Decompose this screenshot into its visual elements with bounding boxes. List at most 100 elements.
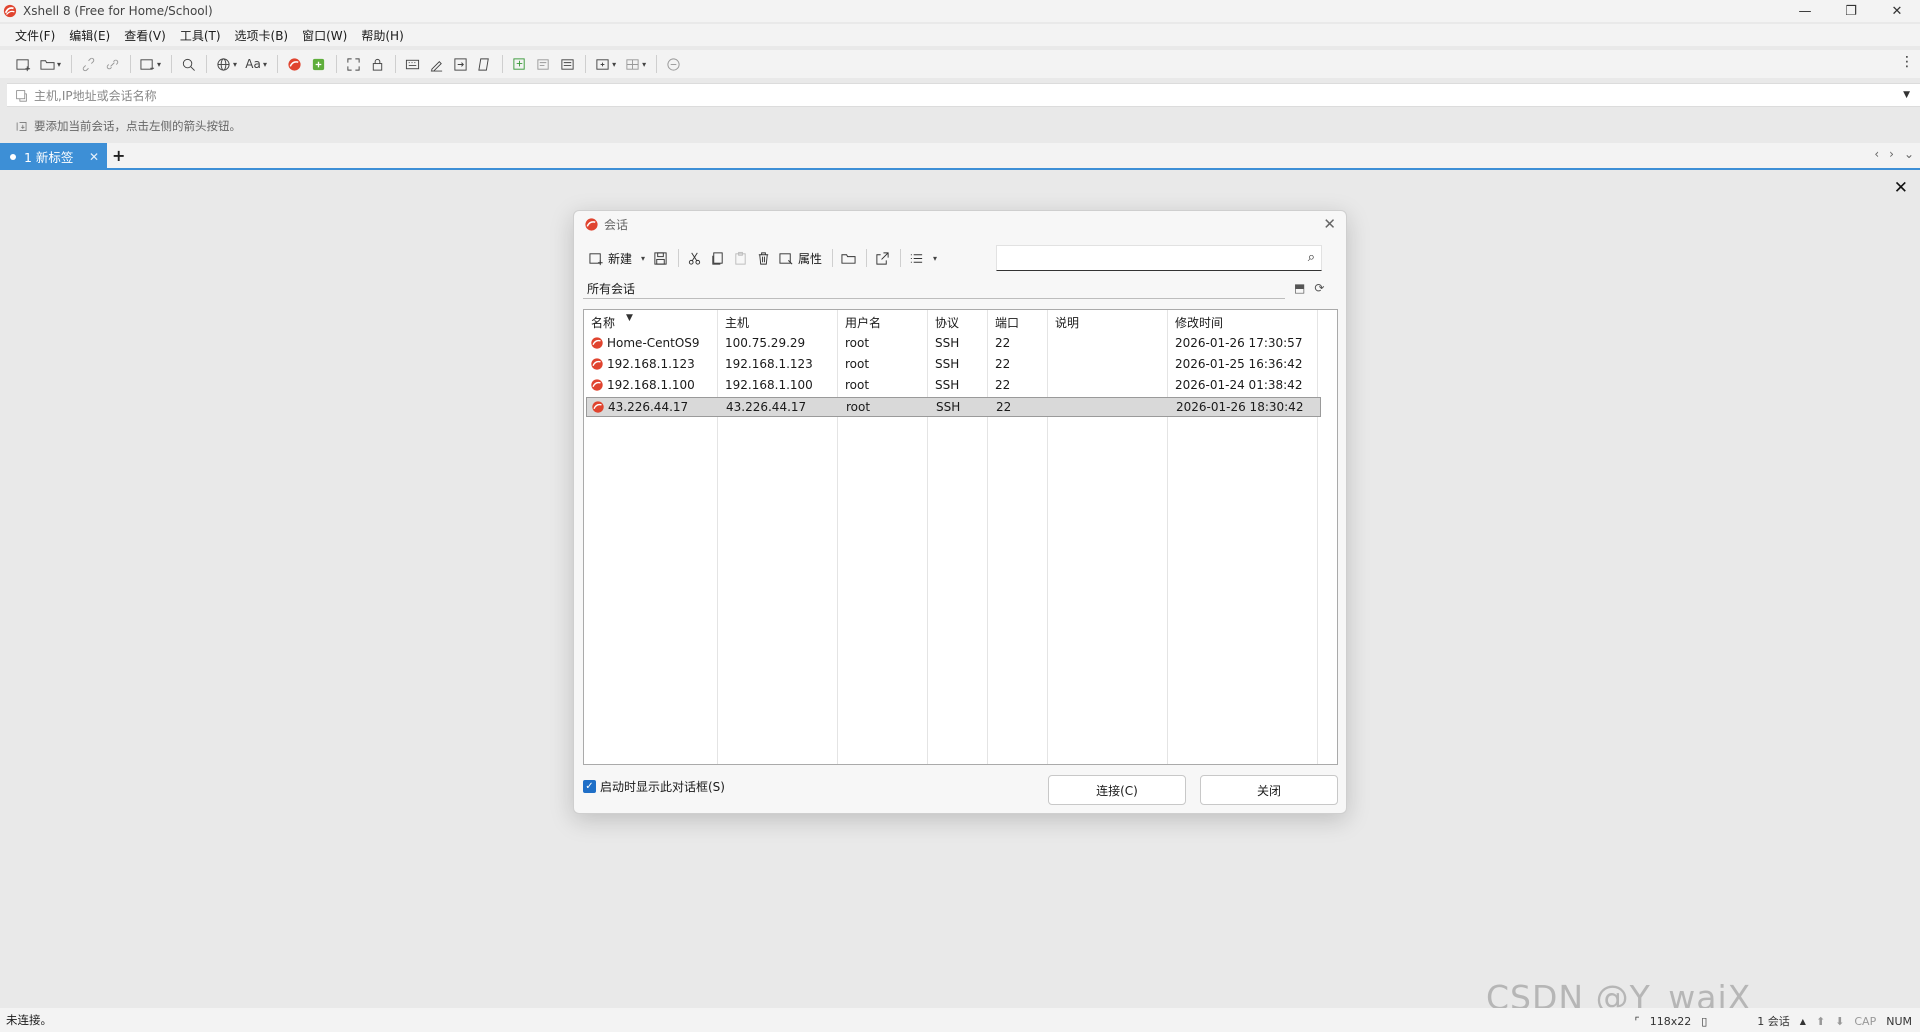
toolbar-separator: [336, 55, 338, 73]
column-header-protocol[interactable]: 协议: [935, 314, 959, 331]
xshell-logo-icon: [585, 218, 598, 231]
column-header-port[interactable]: 端口: [995, 314, 1019, 331]
connection-status: 未连接。: [6, 1013, 52, 1027]
cell-host: 192.168.1.100: [725, 378, 813, 392]
menu-tools[interactable]: 工具(T): [180, 27, 221, 44]
menu-window[interactable]: 窗口(W): [302, 27, 347, 44]
column-header-name[interactable]: 名称: [591, 314, 615, 331]
chevron-down-icon[interactable]: ▾: [642, 60, 646, 69]
cell-name: 43.226.44.17: [608, 400, 689, 414]
tab-new[interactable]: 1 新标签 ✕: [0, 143, 107, 170]
column-header-description[interactable]: 说明: [1055, 314, 1079, 331]
chevron-down-icon[interactable]: ▾: [57, 60, 61, 69]
session-search-input[interactable]: ⌕: [996, 245, 1322, 271]
checkbox-checked-icon[interactable]: ✓: [583, 780, 596, 793]
font-icon[interactable]: Aa: [242, 53, 264, 75]
download-arrow-icon[interactable]: ⬇: [1835, 1015, 1844, 1028]
refresh-icon[interactable]: ⟳: [1314, 281, 1324, 295]
menu-view[interactable]: 查看(V): [124, 27, 166, 44]
new-session-icon[interactable]: [12, 53, 34, 75]
cut-icon[interactable]: [684, 247, 705, 269]
add-session-icon[interactable]: [508, 53, 530, 75]
dialog-close-icon[interactable]: ✕: [1323, 215, 1336, 233]
session-list[interactable]: 名称 ▼ 主机 用户名 协议 端口 说明 修改时间 Home-CentOS9 1…: [583, 309, 1338, 765]
chevron-down-icon[interactable]: ▾: [933, 254, 937, 263]
close-button[interactable]: 关闭: [1200, 775, 1338, 805]
log-icon[interactable]: [473, 53, 495, 75]
tab-list-icon[interactable]: ⌄: [1904, 147, 1914, 161]
chevron-down-icon[interactable]: ▾: [233, 60, 237, 69]
add-tab-button[interactable]: +: [112, 146, 125, 165]
column-header-user[interactable]: 用户名: [845, 314, 881, 331]
session-count[interactable]: 1 会话: [1757, 1013, 1790, 1029]
transfer-icon[interactable]: [449, 53, 471, 75]
globe-icon[interactable]: [212, 53, 234, 75]
cell-host: 43.226.44.17: [726, 400, 807, 414]
menu-file[interactable]: 文件(F): [15, 27, 55, 44]
script-icon[interactable]: [425, 53, 447, 75]
sort-down-icon[interactable]: ▼: [626, 313, 633, 323]
properties-button[interactable]: 属性: [776, 247, 825, 269]
delete-icon[interactable]: [753, 247, 774, 269]
xftp-icon[interactable]: [307, 53, 329, 75]
table-row-selected[interactable]: 43.226.44.17 43.226.44.17 root SSH 22 20…: [586, 397, 1321, 417]
column-header-host[interactable]: 主机: [725, 314, 749, 331]
cell-name: 192.168.1.123: [607, 357, 695, 371]
disconnect-link-icon[interactable]: [101, 53, 123, 75]
table-row[interactable]: 192.168.1.100 192.168.1.100 root SSH 22 …: [586, 376, 1321, 396]
new-window-icon[interactable]: [136, 53, 158, 75]
tab-prev-icon[interactable]: ‹: [1874, 147, 1879, 161]
chat-icon[interactable]: [662, 53, 684, 75]
toolbar-separator: [832, 249, 834, 267]
table-row[interactable]: 192.168.1.123 192.168.1.123 root SSH 22 …: [586, 355, 1321, 375]
minimize-button[interactable]: —: [1782, 0, 1828, 22]
session-icon: [592, 401, 604, 413]
view-list-icon[interactable]: [906, 247, 927, 269]
compose-bar-icon[interactable]: [556, 53, 578, 75]
table-row[interactable]: Home-CentOS9 100.75.29.29 root SSH 22 20…: [586, 334, 1321, 354]
new-session-button[interactable]: 新建: [586, 247, 635, 269]
chevron-down-icon[interactable]: ▾: [263, 60, 267, 69]
address-bar[interactable]: 主机,IP地址或会话名称 ▼: [7, 83, 1920, 107]
connect-link-icon[interactable]: [77, 53, 99, 75]
chevron-down-icon[interactable]: ▾: [612, 60, 616, 69]
open-folder-icon[interactable]: [838, 247, 859, 269]
menu-edit[interactable]: 编辑(E): [69, 27, 110, 44]
add-session-arrow-icon[interactable]: [15, 120, 29, 133]
open-folder-icon[interactable]: [36, 53, 58, 75]
restore-button[interactable]: ❐: [1828, 0, 1874, 22]
close-window-button[interactable]: ✕: [1874, 0, 1920, 22]
close-icon[interactable]: ✕: [1894, 178, 1908, 198]
tab-close-icon[interactable]: ✕: [89, 150, 99, 164]
chevron-down-icon[interactable]: ▾: [641, 254, 645, 263]
copy-icon[interactable]: [707, 247, 728, 269]
folder-path[interactable]: 所有会话: [583, 279, 1285, 299]
keyboard-icon[interactable]: [401, 53, 423, 75]
chevron-down-icon[interactable]: ▾: [157, 60, 161, 69]
chevron-down-icon[interactable]: ▼: [1903, 90, 1910, 100]
xshell-icon[interactable]: [283, 53, 305, 75]
tab-add-icon[interactable]: [591, 53, 613, 75]
tab-next-icon[interactable]: ›: [1889, 147, 1894, 161]
export-icon[interactable]: [872, 247, 893, 269]
session-icon: [591, 358, 603, 370]
menu-help[interactable]: 帮助(H): [361, 27, 403, 44]
show-on-startup-checkbox[interactable]: ✓ 启动时显示此对话框(S): [583, 778, 725, 795]
more-options-icon[interactable]: ⋮: [1900, 54, 1914, 70]
search-icon[interactable]: ⌕: [1308, 250, 1315, 265]
menu-tabs[interactable]: 选项卡(B): [235, 27, 289, 44]
folder-up-icon[interactable]: ⬒: [1294, 281, 1305, 295]
fullscreen-icon[interactable]: [342, 53, 364, 75]
chevron-up-icon[interactable]: ▲: [1800, 1017, 1806, 1026]
upload-arrow-icon[interactable]: ⬆: [1816, 1015, 1825, 1028]
cell-port: 22: [995, 378, 1011, 392]
save-icon[interactable]: [650, 247, 671, 269]
connect-button[interactable]: 连接(C): [1048, 775, 1186, 805]
layout-icon[interactable]: [621, 53, 643, 75]
paste-icon[interactable]: [730, 247, 751, 269]
compose-icon[interactable]: [532, 53, 554, 75]
session-icon: [591, 337, 603, 349]
column-header-modified[interactable]: 修改时间: [1175, 314, 1223, 331]
search-icon[interactable]: [177, 53, 199, 75]
lock-icon[interactable]: [366, 53, 388, 75]
